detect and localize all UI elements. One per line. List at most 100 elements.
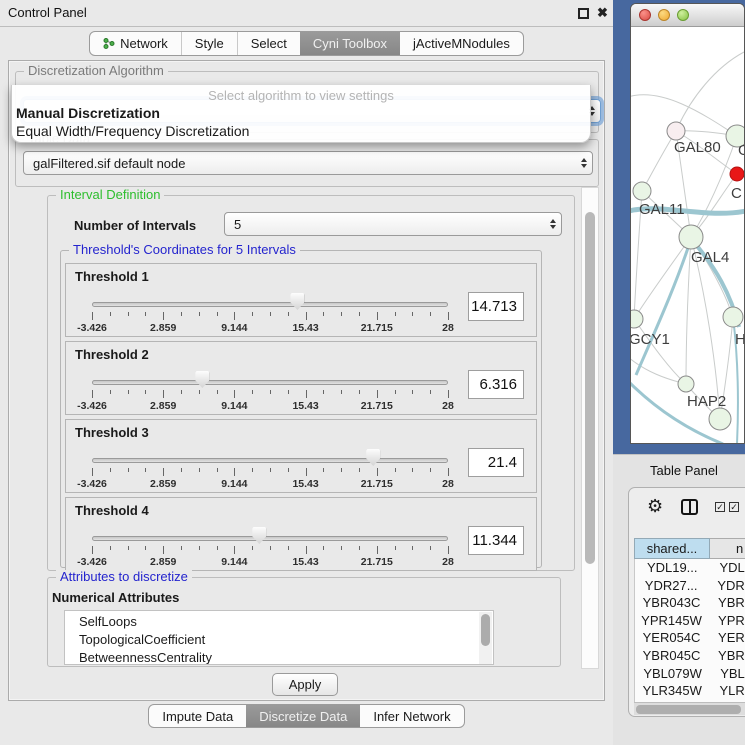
scale-label: 15.43 — [292, 322, 318, 334]
threshold-3-value-field[interactable] — [468, 448, 524, 477]
numerical-attributes-list[interactable]: SelfLoopsTopologicalCoefficientBetweenne… — [64, 610, 494, 665]
table-row[interactable]: YDL19...YDL1 — [635, 559, 745, 577]
minimize-traffic-light[interactable] — [658, 9, 670, 21]
threshold-4-panel: Threshold 4 -3.4262.8599.14415.4321.7152… — [65, 497, 537, 571]
tick-mark — [199, 312, 200, 316]
network-node[interactable] — [633, 182, 651, 200]
threshold-3-slider-handle[interactable] — [366, 449, 380, 466]
apply-button[interactable]: Apply — [272, 673, 338, 696]
scale-label: 9.144 — [221, 556, 247, 568]
network-node[interactable] — [679, 225, 703, 249]
attribute-item[interactable]: TopologicalCoefficient — [79, 631, 493, 649]
threshold-1-value-field[interactable] — [468, 292, 524, 321]
network-edge — [634, 237, 691, 319]
tick-mark — [395, 546, 396, 550]
tab-select[interactable]: Select — [237, 32, 300, 55]
network-window-titlebar[interactable] — [631, 4, 744, 27]
table-panel-titlebar: Table Panel — [613, 454, 745, 486]
table-data-combobox[interactable]: galFiltered.sif default node — [23, 151, 593, 175]
table-header-row: shared... n — [634, 538, 745, 559]
threshold-2-slider-handle[interactable] — [195, 371, 209, 388]
threshold-4-slider-handle[interactable] — [252, 527, 266, 544]
scale-label: 15.43 — [292, 478, 318, 490]
dropdown-option-manual-discretization[interactable]: Manual Discretization — [16, 105, 160, 121]
scale-label: 21.715 — [361, 478, 393, 490]
gear-icon[interactable]: ⚙ — [647, 496, 663, 517]
tick-mark — [181, 390, 182, 394]
close-icon[interactable]: ✖ — [597, 5, 608, 21]
group-title: Attributes to discretize — [56, 570, 192, 584]
tick-mark — [92, 546, 93, 554]
table-panel-title: Table Panel — [650, 455, 718, 486]
table-row[interactable]: YPR145WYPR1 — [635, 612, 745, 630]
network-icon — [103, 37, 115, 50]
close-traffic-light[interactable] — [639, 9, 651, 21]
network-node[interactable] — [678, 376, 694, 392]
tab-discretize-data[interactable]: Discretize Data — [246, 705, 360, 727]
threshold-1-slider-track[interactable] — [92, 302, 448, 307]
top-tab-bar: Network Style Select Cyni Toolbox jActiv… — [0, 31, 613, 56]
zoom-traffic-light[interactable] — [677, 9, 689, 21]
table-row[interactable]: YER054CYER0 — [635, 629, 745, 647]
network-node[interactable] — [667, 122, 685, 140]
tick-mark — [377, 546, 378, 554]
tab-jactivemnodules[interactable]: jActiveMNodules — [400, 32, 523, 55]
tick-mark — [323, 546, 324, 550]
tab-impute-data[interactable]: Impute Data — [149, 705, 246, 727]
table-row[interactable]: YBR045CYBR0 — [635, 647, 745, 665]
network-node[interactable] — [723, 307, 743, 327]
cell-shared-name: YER054C — [635, 629, 708, 647]
attribute-item[interactable]: BetweennessCentrality — [79, 649, 493, 665]
columns-icon[interactable] — [681, 499, 698, 515]
column-header-name[interactable]: n — [710, 538, 745, 559]
threshold-2-value-field[interactable] — [468, 370, 524, 399]
tick-mark — [288, 390, 289, 394]
table-row[interactable]: YLR345WYLR3 — [635, 682, 745, 700]
tick-mark — [448, 468, 449, 476]
network-canvas-svg[interactable]: GAL80GACGAL11GAL4GCY1HHAP2 — [631, 27, 744, 444]
threshold-3-slider-track[interactable] — [92, 458, 448, 463]
threshold-2-slider-track[interactable] — [92, 380, 448, 385]
algorithm-dropdown-popup: Select algorithm to view settings Manual… — [11, 85, 591, 143]
table-row[interactable]: YBL079WYBL0 — [635, 665, 745, 683]
dropdown-option-equal-width-frequency[interactable]: Equal Width/Frequency Discretization — [16, 123, 249, 139]
table-horizontal-scrollbar[interactable] — [634, 702, 745, 715]
number-of-intervals-combobox[interactable]: 5 — [224, 212, 562, 236]
scale-label: 15.43 — [292, 556, 318, 568]
threshold-4-value-field[interactable] — [468, 526, 524, 555]
float-window-icon[interactable] — [578, 8, 589, 19]
tick-mark — [181, 546, 182, 550]
panel-title: Control Panel — [8, 0, 87, 26]
tab-network[interactable]: Network — [90, 32, 181, 55]
table-row[interactable]: YDR27...YDR2 — [635, 577, 745, 595]
network-node[interactable] — [631, 310, 643, 328]
list-scrollbar[interactable] — [479, 612, 492, 665]
network-view-window[interactable]: GAL80GACGAL11GAL4GCY1HHAP2 — [630, 3, 745, 444]
tab-infer-network[interactable]: Infer Network — [360, 705, 463, 727]
tick-mark — [359, 546, 360, 550]
tick-mark — [270, 390, 271, 394]
scale-label: -3.426 — [77, 478, 107, 490]
group-title: Discretization Algorithm — [24, 64, 168, 78]
network-node-label: H — [735, 331, 744, 348]
tick-mark — [359, 390, 360, 394]
cell-shared-name: YDL19... — [635, 559, 709, 577]
threshold-4-slider-track[interactable] — [92, 536, 448, 541]
checkbox-icon[interactable]: ✓ — [715, 502, 725, 512]
network-node-label: C — [731, 185, 742, 202]
tab-cyni-toolbox[interactable]: Cyni Toolbox — [300, 32, 400, 55]
checkbox-icon[interactable]: ✓ — [729, 502, 739, 512]
threshold-1-slider-handle[interactable] — [290, 293, 304, 310]
tick-mark — [199, 546, 200, 550]
tick-mark — [323, 312, 324, 316]
tab-style[interactable]: Style — [181, 32, 237, 55]
tick-mark — [128, 312, 129, 316]
cell-shared-name: YBR043C — [635, 594, 708, 612]
vertical-scrollbar[interactable] — [581, 187, 599, 669]
network-node[interactable] — [709, 408, 731, 430]
attribute-item[interactable]: SelfLoops — [79, 613, 493, 631]
combo-value: galFiltered.sif default node — [24, 156, 576, 171]
table-row[interactable]: YBR043CYBR0 — [635, 594, 745, 612]
column-header-shared-name[interactable]: shared... — [634, 538, 710, 559]
network-node[interactable] — [730, 167, 744, 181]
